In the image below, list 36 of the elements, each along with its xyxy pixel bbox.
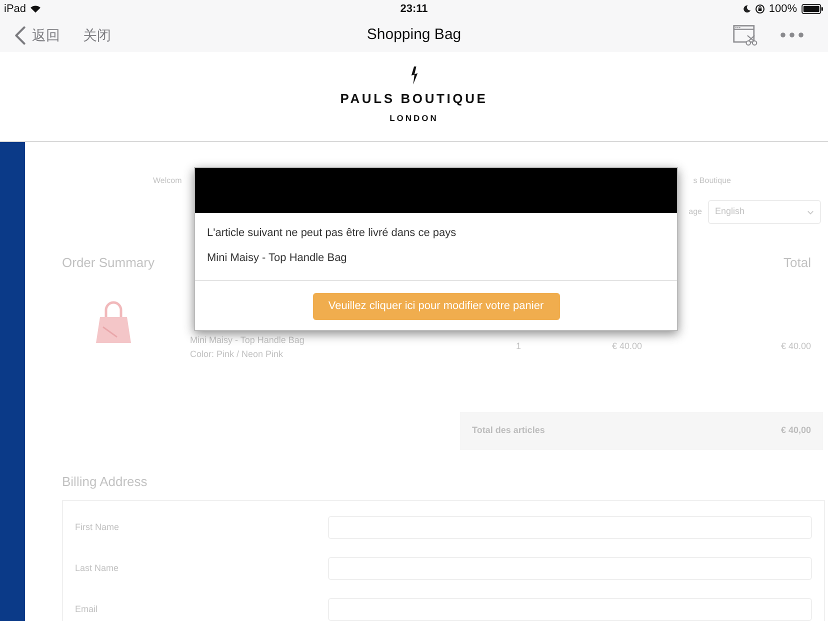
rotation-lock-icon: [754, 4, 765, 14]
brand-name: PAULS BOUTIQUE: [340, 92, 488, 106]
caret-icon: [807, 210, 814, 214]
wifi-icon: [30, 5, 42, 13]
lightning-icon: [410, 66, 418, 85]
column-heading: Total: [784, 255, 811, 271]
brand-city: LONDON: [390, 113, 438, 123]
field-label: Email: [75, 602, 99, 616]
section-heading: Order Summary: [62, 255, 154, 271]
subtotal-value: € 40,00: [780, 424, 811, 438]
total-text: € 40.00: [780, 340, 811, 353]
welcome-text: Welcom: [153, 175, 182, 187]
device-name: iPad: [4, 2, 26, 17]
battery-icon: [801, 4, 824, 14]
field-label: First Name: [75, 520, 120, 534]
back-button[interactable]: 返回: [14, 26, 60, 44]
close-button[interactable]: 关闭: [83, 26, 111, 44]
quantity-text: 1: [516, 340, 522, 353]
page-title: Shopping Bag: [366, 24, 462, 45]
language-label: age: [688, 206, 702, 218]
battery-percent: 100%: [768, 2, 797, 17]
product-variant: Color: Pink / Neon Pink: [190, 348, 284, 361]
dialog-item-name: Mini Maisy - Top Handle Bag: [207, 251, 348, 265]
window-scissors-icon[interactable]: [733, 24, 758, 46]
field-label: Last Name: [75, 562, 120, 575]
clock-time: 23:11: [400, 2, 428, 17]
section-heading: Billing Address: [62, 474, 148, 490]
modify-cart-button[interactable]: Veuillez cliquer ici pour modifier votre panier: [312, 293, 560, 320]
subtotal-label: Total des articles: [472, 424, 545, 438]
price-text: € 40.00: [612, 340, 642, 353]
moon-icon: [742, 5, 751, 13]
dialog-message: L'article suivant ne peut pas être livré dans ce pays: [207, 226, 458, 240]
more-icon[interactable]: [780, 32, 804, 38]
back-icon: [14, 26, 26, 44]
product-name: Mini Maisy - Top Handle Bag: [190, 334, 306, 347]
store-text: s Boutique: [693, 175, 731, 187]
